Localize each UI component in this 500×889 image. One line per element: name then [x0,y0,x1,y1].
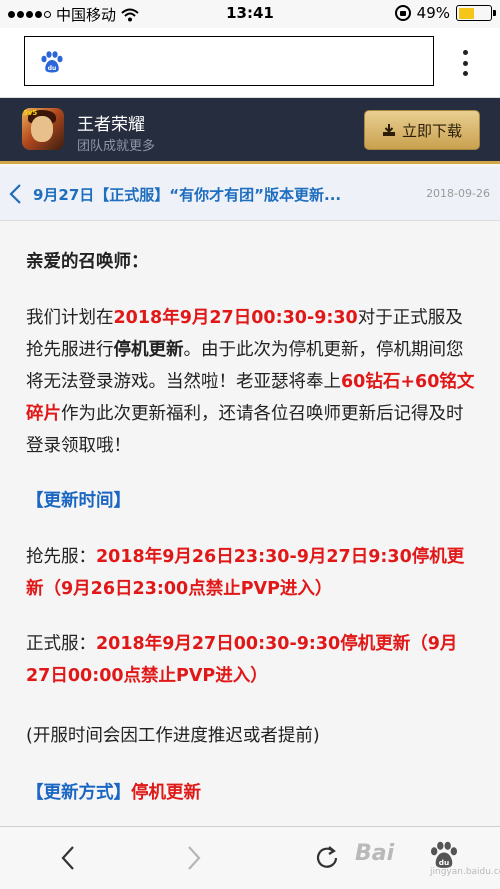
chevron-left-icon[interactable] [54,843,84,873]
game-subtitle: 团队成就更多 [77,139,156,154]
battery-icon [456,5,496,21]
watermark-text: Bai [355,841,395,866]
chevron-left-icon[interactable] [8,183,22,205]
app-promo-banner: 5v5 王者荣耀 团队成就更多 立即下载 [0,98,500,164]
battery-fill [458,7,474,19]
official-server-schedule: 正式服：2018年9月27日00:30-9:30停机更新（9月27日00:00点… [26,628,478,692]
download-button[interactable]: 立即下载 [364,110,480,150]
status-right: 49% [394,4,496,22]
intro-highlight-maintenance: 停机更新 [113,340,184,360]
schedule-note: (开服时间会因工作进度推迟或者提前) [26,726,320,746]
intro-text: 我们计划在 [26,308,114,328]
download-label: 立即下载 [401,121,462,140]
intro-paragraph: 我们计划在2018年9月27日00:30-9:30对于正式服及抢先服进行停机更新… [26,302,478,462]
article-date: 2018-09-26 [426,187,490,200]
section-update-method: 【更新方式】停机更新 [26,777,478,809]
article-title[interactable]: 9月27日【正式服】“有你才有团”版本更新... [33,184,341,205]
chevron-right-icon[interactable] [178,843,208,873]
address-bar[interactable]: du [24,36,434,86]
update-method-label: 【更新方式】 [26,783,131,803]
status-bar: 中国移动 13:41 49% [0,0,500,28]
preview-server-schedule: 抢先服：2018年9月26日23:30-9月27日9:30停机更新（9月26日2… [26,541,478,605]
download-icon [382,124,395,136]
rotation-lock-icon [394,5,411,21]
section-update-time: 【更新时间】 [26,491,131,511]
game-title: 王者荣耀 [77,115,145,135]
article-header: 9月27日【正式服】“有你才有团”版本更新... 2018-09-26 [0,167,500,221]
browser-toolbar: du [0,28,500,98]
svg-text:du: du [48,65,57,72]
update-method-value: 停机更新 [131,783,201,803]
watermark-subtext: jingyan.baidu.com [430,867,500,877]
battery-percent: 49% [416,4,450,22]
more-vertical-icon[interactable] [458,50,472,76]
preview-server-label: 抢先服： [26,547,96,567]
svg-text:du: du [439,858,450,867]
baidu-paw-icon: du [41,51,63,73]
greeting: 亲爱的召唤师： [26,252,149,272]
article-content: 亲爱的召唤师： 我们计划在2018年9月27日00:30-9:30对于正式服及抢… [0,222,500,826]
intro-highlight-date: 2018年9月27日00:30-9:30 [113,308,358,328]
intro-text: 作为此次更新福利，还请各位召唤师更新后记得及时登录领取哦！ [26,404,464,456]
browser-bottom-toolbar: Bai du jingyan.baidu.com [0,826,500,889]
game-app-icon: 5v5 [22,108,64,150]
reload-icon[interactable] [312,843,342,873]
official-server-label: 正式服： [26,634,96,654]
